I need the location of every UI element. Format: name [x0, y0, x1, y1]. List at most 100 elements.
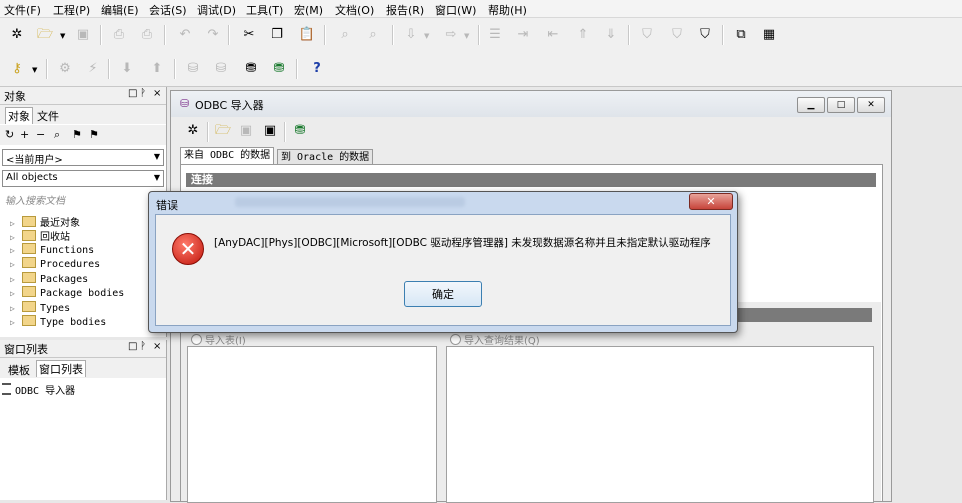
gear-icon[interactable]: ⚙ — [56, 60, 74, 78]
maximize-button[interactable]: □ — [827, 97, 855, 113]
cut-icon[interactable]: ✂ — [240, 26, 258, 44]
window-list-item[interactable]: ODBC 导入器 — [2, 382, 164, 397]
save-icon[interactable]: ▣ — [237, 122, 255, 140]
lowercase-icon[interactable]: ⇓ — [602, 26, 620, 44]
save-as-icon[interactable]: ▣ — [261, 122, 279, 140]
table-list[interactable] — [187, 346, 437, 503]
add-icon[interactable]: + — [20, 128, 29, 141]
panel-close-icon[interactable]: × — [153, 88, 161, 99]
remove-icon[interactable]: − — [36, 128, 45, 141]
menu-report[interactable]: 报告(R) — [386, 2, 424, 18]
tree-item-packages[interactable]: ▷ Packages — [10, 272, 88, 286]
query-result-list[interactable] — [446, 346, 874, 503]
tree-item-procedures[interactable]: ▷ Procedures — [10, 257, 100, 271]
print-setup-icon[interactable]: ⎙ — [138, 26, 156, 44]
menu-project[interactable]: 工程(P) — [53, 2, 90, 18]
copy-icon[interactable]: ❐ — [268, 26, 286, 44]
tree-item-recycle-bin[interactable]: ▷ 回收站 — [10, 228, 70, 243]
replace-icon[interactable]: ⌕ — [364, 26, 382, 44]
expand-icon[interactable]: ▷ — [10, 304, 22, 313]
panel-pin-icon[interactable]: ᚹ — [140, 88, 146, 99]
window-list-icon[interactable]: ▦ — [760, 26, 778, 44]
open-folder-icon[interactable]: 🗁 — [214, 122, 232, 140]
sql-window-icon[interactable]: ⛁ — [184, 60, 202, 78]
database-icon[interactable]: ⛃ — [242, 60, 260, 78]
refresh-icon[interactable]: ↻ — [5, 128, 14, 141]
menu-session[interactable]: 会话(S) — [149, 2, 187, 18]
tab-objects[interactable]: 对象 — [5, 107, 33, 124]
help-icon[interactable]: ? — [308, 60, 326, 78]
tab-templates[interactable]: 模板 — [8, 362, 30, 378]
windows-icon[interactable]: ⧉ — [732, 26, 750, 44]
expand-icon[interactable]: ▷ — [10, 260, 22, 269]
expand-icon[interactable]: ▷ — [10, 318, 22, 327]
outdent-icon[interactable]: ⇤ — [544, 26, 562, 44]
tab-window-list[interactable]: 窗口列表 — [36, 360, 86, 377]
paste-icon[interactable]: 📋 — [298, 26, 316, 44]
menu-tools[interactable]: 工具(T) — [246, 2, 283, 18]
panel-pin-icon[interactable]: ᚹ — [140, 341, 146, 352]
minimize-button[interactable]: ▁ — [797, 97, 825, 113]
expand-icon[interactable]: ▷ — [10, 289, 22, 298]
menu-debug[interactable]: 调试(D) — [197, 2, 236, 18]
expand-icon[interactable]: ▷ — [10, 219, 22, 228]
expand-icon[interactable]: ▷ — [10, 246, 22, 255]
dialog-close-button[interactable]: ✕ — [689, 193, 733, 210]
tree-item-type-bodies[interactable]: ▷ Type bodies — [10, 315, 106, 329]
undo-icon[interactable]: ↶ — [176, 26, 194, 44]
export-icon[interactable]: ⇨ — [442, 26, 460, 44]
logon-dropdown-icon[interactable]: ▼ — [32, 66, 37, 74]
folders-icon[interactable]: ⚑ — [89, 128, 99, 141]
window-close-button[interactable]: ✕ — [857, 97, 885, 113]
redo-icon[interactable]: ↷ — [204, 26, 222, 44]
database-export-icon[interactable]: ⛃ — [270, 60, 288, 78]
sql-text-icon[interactable]: ⛁ — [212, 60, 230, 78]
database-connect-icon[interactable]: ⛃ — [291, 122, 309, 140]
new-icon[interactable]: ✲ — [184, 122, 202, 140]
search-input[interactable]: 输入搜索文档 — [2, 190, 162, 207]
expand-icon[interactable]: ▷ — [10, 233, 22, 242]
user-combo[interactable]: <当前用户> ▼ — [2, 149, 164, 166]
menu-edit[interactable]: 编辑(E) — [101, 2, 139, 18]
ok-button[interactable]: 确定 — [404, 281, 482, 307]
comment-icon[interactable]: ⛉ — [638, 26, 656, 44]
find-object-icon[interactable]: ⌕ — [54, 128, 60, 142]
uppercase-icon[interactable]: ⇑ — [574, 26, 592, 44]
rollback-icon[interactable]: ⬆ — [148, 60, 166, 78]
menu-macro[interactable]: 宏(M) — [294, 2, 323, 18]
find-icon[interactable]: ⌕ — [336, 26, 354, 44]
tree-item-recent[interactable]: ▷ 最近对象 — [10, 214, 80, 229]
format-icon[interactable]: ⛉ — [696, 26, 714, 44]
panel-float-icon[interactable]: □ — [128, 341, 137, 352]
filter-icon[interactable]: ⚑ — [72, 128, 82, 141]
new-icon[interactable]: ✲ — [8, 26, 26, 44]
menu-file[interactable]: 文件(F) — [4, 2, 41, 18]
objects-filter-combo[interactable]: All objects ▼ — [2, 170, 164, 187]
import-table-radio[interactable]: 导入表(I) — [191, 332, 246, 347]
expand-icon[interactable]: ▷ — [10, 275, 22, 284]
document-icon[interactable]: ☰ — [486, 26, 504, 44]
commit-icon[interactable]: ⬇ — [118, 60, 136, 78]
menu-help[interactable]: 帮助(H) — [488, 2, 527, 18]
panel-float-icon[interactable]: □ — [128, 88, 137, 99]
break-icon[interactable]: ⚡ — [84, 60, 102, 78]
panel-close-icon[interactable]: × — [153, 341, 161, 352]
import-query-radio[interactable]: 导入查询结果(Q) — [450, 332, 540, 347]
export-dropdown-icon[interactable]: ▼ — [464, 32, 469, 40]
menu-window[interactable]: 窗口(W) — [435, 2, 476, 18]
save-icon[interactable]: ▣ — [74, 26, 92, 44]
tree-item-functions[interactable]: ▷ Functions — [10, 243, 94, 257]
key-icon[interactable]: ⚷ — [8, 60, 26, 78]
uncomment-icon[interactable]: ⛉ — [668, 26, 686, 44]
tree-item-package-bodies[interactable]: ▷ Package bodies — [10, 286, 124, 300]
open-dropdown-icon[interactable]: ▼ — [60, 32, 65, 40]
open-folder-icon[interactable]: 🗁 — [36, 26, 54, 44]
print-icon[interactable]: ⎙ — [110, 26, 128, 44]
import-icon[interactable]: ⇩ — [402, 26, 420, 44]
tab-files[interactable]: 文件 — [37, 108, 59, 124]
tab-from-odbc[interactable]: 来自 ODBC 的数据 — [180, 147, 275, 165]
tree-item-types[interactable]: ▷ Types — [10, 301, 70, 315]
indent-icon[interactable]: ⇥ — [514, 26, 532, 44]
import-dropdown-icon[interactable]: ▼ — [424, 32, 429, 40]
menu-document[interactable]: 文档(O) — [335, 2, 374, 18]
